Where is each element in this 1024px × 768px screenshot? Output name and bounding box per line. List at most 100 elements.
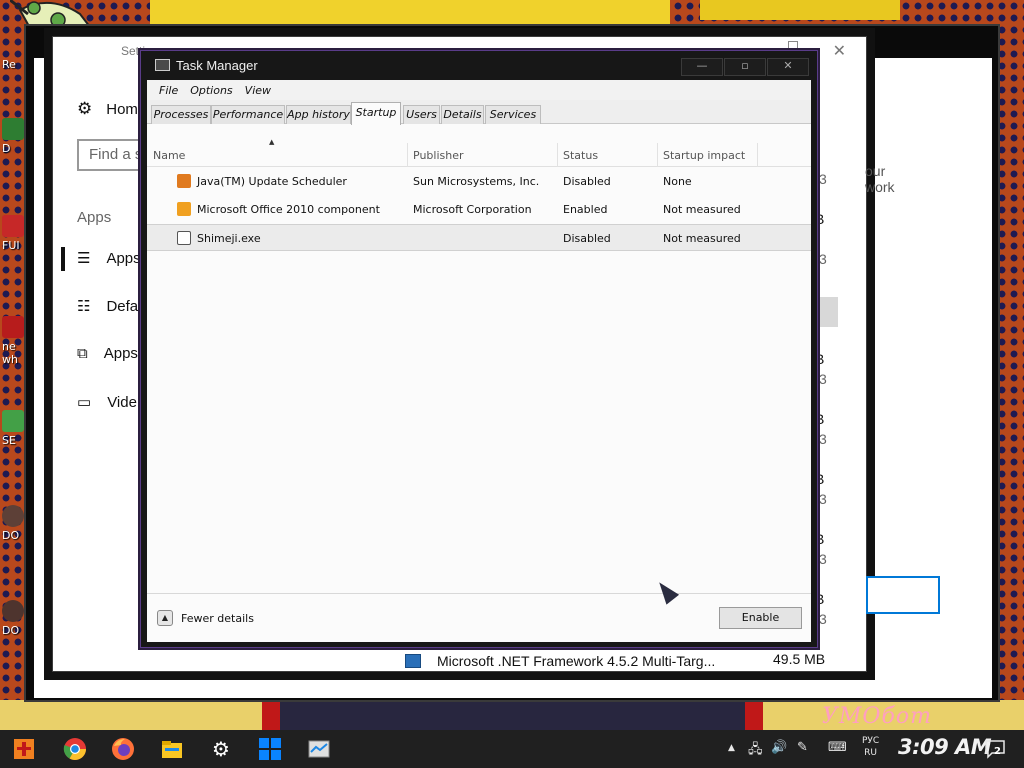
notification-center-icon[interactable]: 2	[984, 739, 1006, 759]
menu-options[interactable]: Options	[184, 84, 238, 97]
application-icon	[177, 231, 191, 245]
sidebar-item-label: Apps	[106, 249, 141, 267]
list-icon: ☰	[77, 250, 91, 267]
network-icon[interactable]: 🖧	[748, 740, 763, 762]
sidebar-item-apps-features[interactable]: ☰ Apps	[77, 249, 141, 268]
column-startup-impact[interactable]: Startup impact	[663, 149, 745, 162]
active-indicator	[61, 247, 65, 271]
row-name: Microsoft Office 2010 component	[197, 203, 380, 216]
date-fragment: 3	[819, 371, 827, 387]
scroll-block	[818, 297, 838, 327]
app-name: Microsoft .NET Framework 4.5.2 Multi-Tar…	[437, 653, 716, 669]
menu-view[interactable]: View	[239, 84, 277, 97]
wallpaper-red-bar-left	[262, 700, 280, 730]
open-app-icon: ⧉	[77, 345, 88, 362]
firefox-icon[interactable]	[111, 737, 135, 761]
home-label: Hom	[106, 100, 138, 118]
date-fragment: 3	[819, 611, 827, 627]
java-icon	[177, 174, 191, 188]
column-name[interactable]: Name	[153, 149, 185, 162]
fewer-details-button[interactable]: ▲ Fewer details	[157, 610, 254, 626]
pen-icon[interactable]: ✎	[797, 740, 808, 755]
column-divider[interactable]	[407, 143, 408, 167]
wallpaper-top-strip-right	[700, 0, 900, 20]
enable-button[interactable]: Enable	[719, 607, 802, 629]
video-icon: ▭	[77, 394, 92, 411]
volume-icon[interactable]: 🔊	[771, 740, 787, 755]
column-divider[interactable]	[657, 143, 658, 167]
keyboard-icon[interactable]: ⌨	[828, 740, 847, 755]
table-row[interactable]: Microsoft Office 2010 component Microsof…	[147, 196, 811, 223]
table-row-selected[interactable]: Shimeji.exe Disabled Not measured	[147, 224, 811, 251]
menu-file[interactable]: File	[153, 84, 184, 97]
highlighted-box[interactable]	[866, 576, 940, 614]
tab-startup[interactable]: Startup	[351, 102, 401, 125]
tab-processes[interactable]: Processes	[151, 105, 211, 124]
row-status: Disabled	[563, 232, 611, 245]
desktop-app-icon	[2, 215, 24, 237]
task-manager-body: File Options View Processes Performance …	[147, 80, 811, 642]
start-menu-icon[interactable]	[12, 737, 36, 761]
row-impact: Not measured	[663, 232, 741, 245]
minimize-button[interactable]: —	[681, 58, 723, 76]
fewer-details-label: Fewer details	[181, 611, 254, 625]
avatar-icon	[2, 505, 24, 527]
home-nav-item[interactable]: ⚙ Hom	[77, 99, 138, 119]
taskbar: ⚙ ▲ 🖧 🔊 ✎ ⌨ РУС RU 3:09 AM 2	[0, 730, 1024, 768]
language-top: РУС	[862, 736, 880, 746]
row-impact: Not measured	[663, 203, 741, 216]
sidebar-item-default-apps[interactable]: ☷ Defa	[77, 297, 138, 316]
task-manager-icon[interactable]	[307, 737, 331, 761]
footer-divider	[147, 593, 811, 594]
tab-performance[interactable]: Performance	[211, 105, 285, 124]
column-publisher[interactable]: Publisher	[413, 149, 464, 162]
gear-icon: ⚙	[77, 99, 93, 118]
close-button[interactable]: ✕	[767, 58, 809, 76]
row-name: Java(TM) Update Scheduler	[197, 175, 347, 188]
wallpaper-logo: УМОбот	[822, 704, 932, 729]
settings-icon[interactable]: ⚙	[209, 737, 233, 761]
sidebar-item-video[interactable]: ▭ Vide	[77, 393, 137, 412]
wallpaper-red-bar-right	[745, 700, 763, 730]
row-publisher: Sun Microsystems, Inc.	[413, 175, 540, 188]
wallpaper-bottom-panel	[262, 700, 762, 730]
chrome-icon[interactable]	[63, 737, 87, 761]
row-publisher: Microsoft Corporation	[413, 203, 532, 216]
language-bottom: RU	[864, 748, 878, 758]
package-icon	[405, 654, 421, 668]
date-fragment: 3	[819, 491, 827, 507]
column-header-row: ▲ Name Publisher Status Startup impact	[147, 125, 811, 167]
task-manager-titlebar[interactable]: Task Manager — ▫ ✕	[141, 51, 817, 80]
tab-users[interactable]: Users	[403, 105, 440, 124]
tab-app-history[interactable]: App history	[286, 105, 351, 124]
office-icon	[177, 202, 191, 216]
clock[interactable]: 3:09 AM	[898, 735, 992, 759]
section-heading: Apps	[77, 209, 112, 226]
menu-bar: File Options View	[147, 80, 811, 100]
date-fragment: 3	[819, 431, 827, 447]
app-list-row[interactable]: Microsoft .NET Framework 4.5.2 Multi-Tar…	[405, 649, 825, 673]
date-fragment: 3	[819, 251, 827, 267]
sidebar-item-apps-websites[interactable]: ⧉ Apps	[77, 345, 138, 362]
table-row[interactable]: Java(TM) Update Scheduler Sun Microsyste…	[147, 168, 811, 195]
column-divider[interactable]	[557, 143, 558, 167]
tab-services[interactable]: Services	[485, 105, 541, 124]
date-fragment: 3	[819, 171, 827, 187]
desktop-app-icon	[2, 118, 24, 140]
desktop-app-icon	[2, 316, 24, 338]
column-status[interactable]: Status	[563, 149, 598, 162]
row-name: Shimeji.exe	[197, 232, 261, 245]
row-impact: None	[663, 175, 692, 188]
column-divider[interactable]	[757, 143, 758, 167]
task-manager-window: Task Manager — ▫ ✕ File Options View Pro…	[140, 50, 818, 648]
tab-strip: Processes Performance App history Startu…	[147, 100, 811, 125]
right-text: our work	[865, 163, 895, 195]
tab-details[interactable]: Details	[441, 105, 484, 124]
show-hidden-icons-chevron-icon[interactable]: ▲	[728, 743, 735, 753]
maximize-button[interactable]: ▫	[724, 58, 766, 76]
close-button[interactable]: ✕	[833, 41, 846, 60]
file-explorer-icon[interactable]	[160, 737, 184, 761]
windows-icon[interactable]	[258, 737, 282, 761]
sidebar-item-label: Vide	[107, 393, 137, 411]
language-indicator[interactable]: РУС RU	[862, 735, 879, 759]
